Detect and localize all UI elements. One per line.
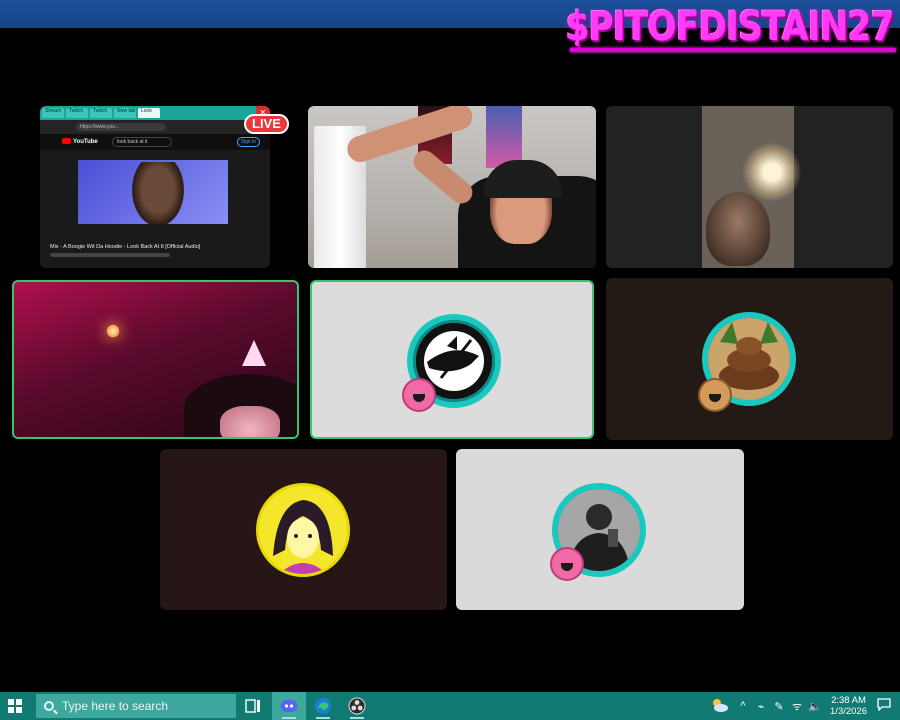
clock-date: 1/3/2026 [830,706,867,717]
windows-start-icon[interactable] [8,699,22,713]
participant-face [220,406,280,437]
browser-url[interactable]: https://www.you... [76,123,166,131]
youtube-header: YouTube look back at it Sign in [40,134,270,150]
participant-webcam-tile[interactable] [308,106,596,268]
browser-tab[interactable]: Twitch [66,108,88,118]
system-tray: ^ ⌁ ✎ ᯤ 🔈 2:38 AM 1/3/2026 [704,692,900,720]
notification-icon[interactable] [876,698,892,714]
pen-icon[interactable]: ✎ [771,700,787,713]
webcam-background-poster [486,106,522,168]
youtube-label: YouTube [73,139,98,145]
browser-tab-active[interactable]: Look [138,108,160,118]
screen-share-tile[interactable]: Stream Twitch Twitch New tab Look ✕ http… [40,106,270,268]
youtube-sign-in-button[interactable]: Sign in [236,137,260,147]
participant-avatar-tile[interactable] [160,449,447,610]
obs-icon[interactable] [340,692,374,720]
anime-girl-portrait-icon [259,486,347,574]
browser-tab-strip: Stream Twitch Twitch New tab Look ✕ [40,106,270,120]
wifi-icon[interactable]: ᯤ [789,699,805,714]
browser-tab[interactable]: Twitch [90,108,112,118]
browser-tab[interactable]: New tab [114,108,136,118]
participant-arm [343,106,476,166]
youtube-video-subtitle [50,253,170,257]
participant-avatar-tile-speaking[interactable] [310,280,594,439]
network-icon[interactable]: ⌁ [753,700,769,713]
taskbar-search-input[interactable]: Type here to search [36,694,236,718]
video-artist-image [128,162,188,224]
youtube-play-icon [62,138,71,144]
participant-avatar-tile[interactable] [606,278,893,440]
donut-icon [550,547,584,581]
search-icon [44,701,54,711]
participant-head [706,192,770,266]
clock-time: 2:38 AM [831,695,866,706]
youtube-video-player[interactable] [78,160,228,224]
show-hidden-icons-icon[interactable]: ^ [735,700,751,712]
taskbar-clock[interactable]: 2:38 AM 1/3/2026 [830,695,867,717]
participant-avatar [256,483,350,577]
windows-taskbar: Type here to search ^ ⌁ ✎ ᯤ 🔈 2:38 AM 1/… [0,692,900,720]
taskbar-search-placeholder: Type here to search [62,699,169,713]
cat-ear-headphone [242,340,266,366]
task-view-icon[interactable] [236,692,270,720]
volume-icon[interactable]: 🔈 [807,700,823,713]
streamer-name-underline [570,48,896,52]
streamer-name-overlay: $PITOFDISTAIN27 [565,4,895,50]
capybara-icon [698,378,732,412]
browser-address-bar: https://www.you... [40,120,270,134]
donut-icon [402,378,436,412]
discord-icon[interactable] [272,692,306,720]
edge-browser-icon[interactable] [306,692,340,720]
participant-webcam-tile-speaking[interactable] [12,280,299,439]
youtube-search-input[interactable]: look back at it [112,137,172,147]
webcam-light-glare [742,142,802,202]
youtube-video-title: Mix - A Boogie Wit Da Hoodie - Look Back… [50,244,201,250]
live-badge: LIVE [244,114,289,134]
weather-icon[interactable] [705,697,733,716]
webcam-lamp [106,324,120,338]
youtube-logo[interactable]: YouTube [62,138,98,145]
stream-call-screen: $PITOFDISTAIN27 Stream Twitch Twitch New… [0,0,900,720]
browser-tab[interactable]: Stream [42,108,64,118]
participant-webcam-tile[interactable] [606,106,893,268]
participant-avatar-tile[interactable] [456,449,744,610]
